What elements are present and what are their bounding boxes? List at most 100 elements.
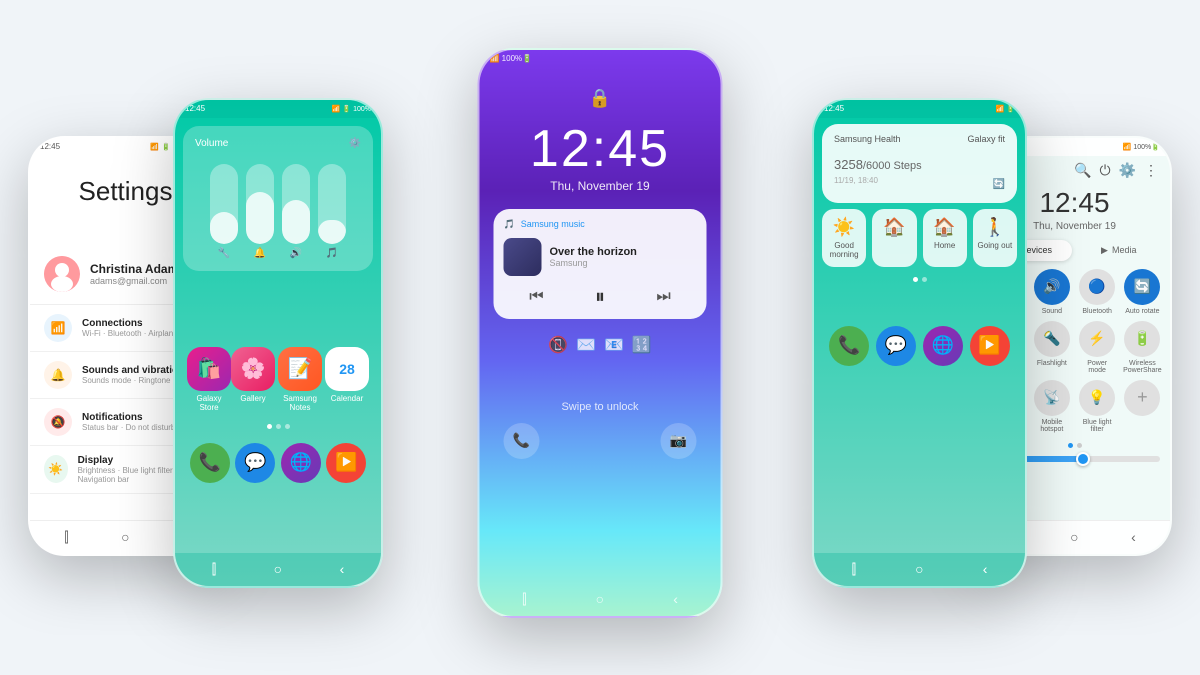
qs-search-icon[interactable]: 🔍 (1074, 162, 1091, 179)
status-bar-4: 12:45 📶 🔋 (814, 100, 1025, 118)
nav-home-2[interactable]: ○ (274, 561, 282, 577)
next-button[interactable]: ⏭ (656, 288, 670, 306)
q-tile-home[interactable]: 🏠 Home (923, 209, 967, 267)
qs-tile-rotate[interactable]: 🔄 Auto rotate (1123, 269, 1162, 315)
tab-media[interactable]: ▶ Media (1078, 240, 1161, 261)
nav-recents-3[interactable]: ⫿ (522, 591, 526, 608)
swipe-text: Swipe to unlock (480, 401, 721, 413)
volume-settings-icon[interactable]: ⚙️ (349, 138, 361, 149)
q-tile-morning[interactable]: ☀️ Good morning (822, 209, 866, 267)
status-icons-2: 📶 🔋 100% (332, 105, 371, 113)
calendar-icon: 28 (325, 347, 369, 391)
avatar (44, 256, 80, 292)
bluelight-tile-icon: 💡 (1079, 380, 1115, 416)
play-button[interactable]: ⏸ (595, 286, 605, 309)
time-4: 12:45 (824, 104, 844, 113)
home-icon: 🏠 (933, 217, 955, 238)
dock-messages-4[interactable]: 💬 (876, 326, 916, 366)
notif-msg-icon: ✉️ (576, 335, 596, 355)
page-dots (175, 420, 381, 433)
sound-label: Sound (1042, 308, 1062, 315)
notes-label: Samsung Notes (275, 394, 325, 412)
dot-2 (276, 424, 281, 429)
q-tile-blank: 🏠 (872, 209, 916, 267)
dock-youtube[interactable]: ▶️ (326, 443, 366, 483)
nav-back-3[interactable]: ‹ (673, 591, 678, 607)
connections-icon: 📶 (44, 314, 72, 342)
music-card[interactable]: 🎵 Samsung music Over the horizon Samsung… (494, 209, 707, 319)
powershare-tile-icon: 🔋 (1124, 321, 1160, 357)
qs-tile-sound[interactable]: 🔊 Sound (1032, 269, 1071, 315)
nav-back-5[interactable]: ‹ (1131, 529, 1136, 545)
dock-browser[interactable]: 🌐 (281, 443, 321, 483)
vol-slider-3: 🔊 (282, 164, 310, 259)
media-icon: ▶ (1101, 245, 1108, 256)
nav-back-4[interactable]: ‹ (983, 561, 988, 577)
bluetooth-tile-icon: 🔵 (1079, 269, 1115, 305)
qs-tile-hotspot[interactable]: 📡 Mobile hotspot (1032, 380, 1071, 433)
prev-button[interactable]: ⏮ (529, 288, 543, 306)
qs-tile-flashlight[interactable]: 🔦 Flashlight (1032, 321, 1071, 374)
app-galaxy-store[interactable]: 🛍️ Galaxy Store (187, 347, 231, 412)
sound-tile-icon: 🔊 (1034, 269, 1070, 305)
lock-left-button[interactable]: 📞 (504, 423, 540, 459)
nav-home[interactable]: ○ (121, 529, 129, 545)
music-icon: 🎵 (504, 219, 515, 230)
qs-tile-add[interactable]: + (1123, 380, 1162, 433)
sounds-label: Sounds and vibration (82, 365, 184, 376)
phone-lockscreen: 📶 100%🔋 🔒 12:45 Thu, November 19 🎵 Samsu… (478, 48, 723, 618)
refresh-icon[interactable]: 🔄 (993, 179, 1005, 190)
dock-phone-4[interactable]: 📞 (829, 326, 869, 366)
q-tile-going-out[interactable]: 🚶 Going out (973, 209, 1017, 267)
brightness-thumb (1076, 452, 1090, 466)
page-dots-4 (814, 273, 1025, 286)
vol-icon-4: 🎵 (326, 248, 338, 259)
app-notes[interactable]: 📝 Samsung Notes (275, 347, 325, 412)
nav-home-3[interactable]: ○ (596, 591, 604, 607)
quick-tiles: ☀️ Good morning 🏠 🏠 Home 🚶 Going out (822, 209, 1017, 267)
power-label: Power mode (1078, 360, 1117, 374)
qs-tile-bluelight[interactable]: 💡 Blue light filter (1078, 380, 1117, 433)
phone-volume: 12:45 📶 🔋 100% Volume ⚙️ 🔧 (173, 98, 383, 588)
qs-tile-bluetooth[interactable]: 🔵 Bluetooth (1078, 269, 1117, 315)
home-label: Home (934, 241, 955, 250)
dock-messages[interactable]: 💬 (235, 443, 275, 483)
flashlight-label: Flashlight (1037, 360, 1067, 367)
qs-tile-power[interactable]: ⚡ Power mode (1078, 321, 1117, 374)
add-tile-icon: + (1124, 380, 1160, 416)
notes-icon: 📝 (278, 347, 322, 391)
song-artist: Samsung (550, 258, 637, 268)
nav-back-2[interactable]: ‹ (340, 561, 345, 577)
qs-settings-icon[interactable]: ⚙️ (1119, 162, 1136, 179)
lock-right-button[interactable]: 📷 (661, 423, 697, 459)
nav-recents[interactable]: ⫿ (64, 529, 68, 546)
app-calendar[interactable]: 28 Calendar (325, 347, 369, 412)
morning-label: Good morning (826, 241, 862, 259)
health-timestamp: 11/19, 18:40 (834, 176, 878, 185)
app-row: 🛍️ Galaxy Store 🌸 Gallery 📝 Samsung Note… (175, 339, 381, 420)
song-title: Over the horizon (550, 246, 637, 258)
dot-4-2 (922, 277, 927, 282)
qs-more-icon[interactable]: ⋮ (1144, 162, 1158, 179)
samsung-health-label: Samsung Health (834, 134, 901, 144)
dock-youtube-4[interactable]: ▶️ (970, 326, 1010, 366)
dot-3 (285, 424, 290, 429)
volume-label: Volume (195, 138, 228, 149)
dot-1 (267, 424, 272, 429)
nav-home-4[interactable]: ○ (915, 561, 923, 577)
profile-email: adams@gmail.com (90, 276, 185, 286)
dock-phone[interactable]: 📞 (190, 443, 230, 483)
dot-5-2 (1077, 443, 1082, 448)
music-header: 🎵 Samsung music (504, 219, 697, 230)
nav-recents-4[interactable]: ⫿ (852, 561, 856, 578)
volume-panel: Volume ⚙️ 🔧 🔔 (183, 126, 373, 271)
nav-home-5[interactable]: ○ (1070, 529, 1078, 545)
qs-tile-powershare[interactable]: 🔋 Wireless PowerShare (1123, 321, 1162, 374)
app-gallery[interactable]: 🌸 Gallery (231, 347, 275, 412)
dock-browser-4[interactable]: 🌐 (923, 326, 963, 366)
nav-recents-2[interactable]: ⫿ (212, 561, 216, 578)
qs-power-icon[interactable]: ⏻ (1099, 162, 1110, 179)
media-label: Media (1112, 245, 1137, 255)
vol-icon-1: 🔧 (218, 248, 230, 259)
notifications-icon: 🔕 (44, 408, 72, 436)
